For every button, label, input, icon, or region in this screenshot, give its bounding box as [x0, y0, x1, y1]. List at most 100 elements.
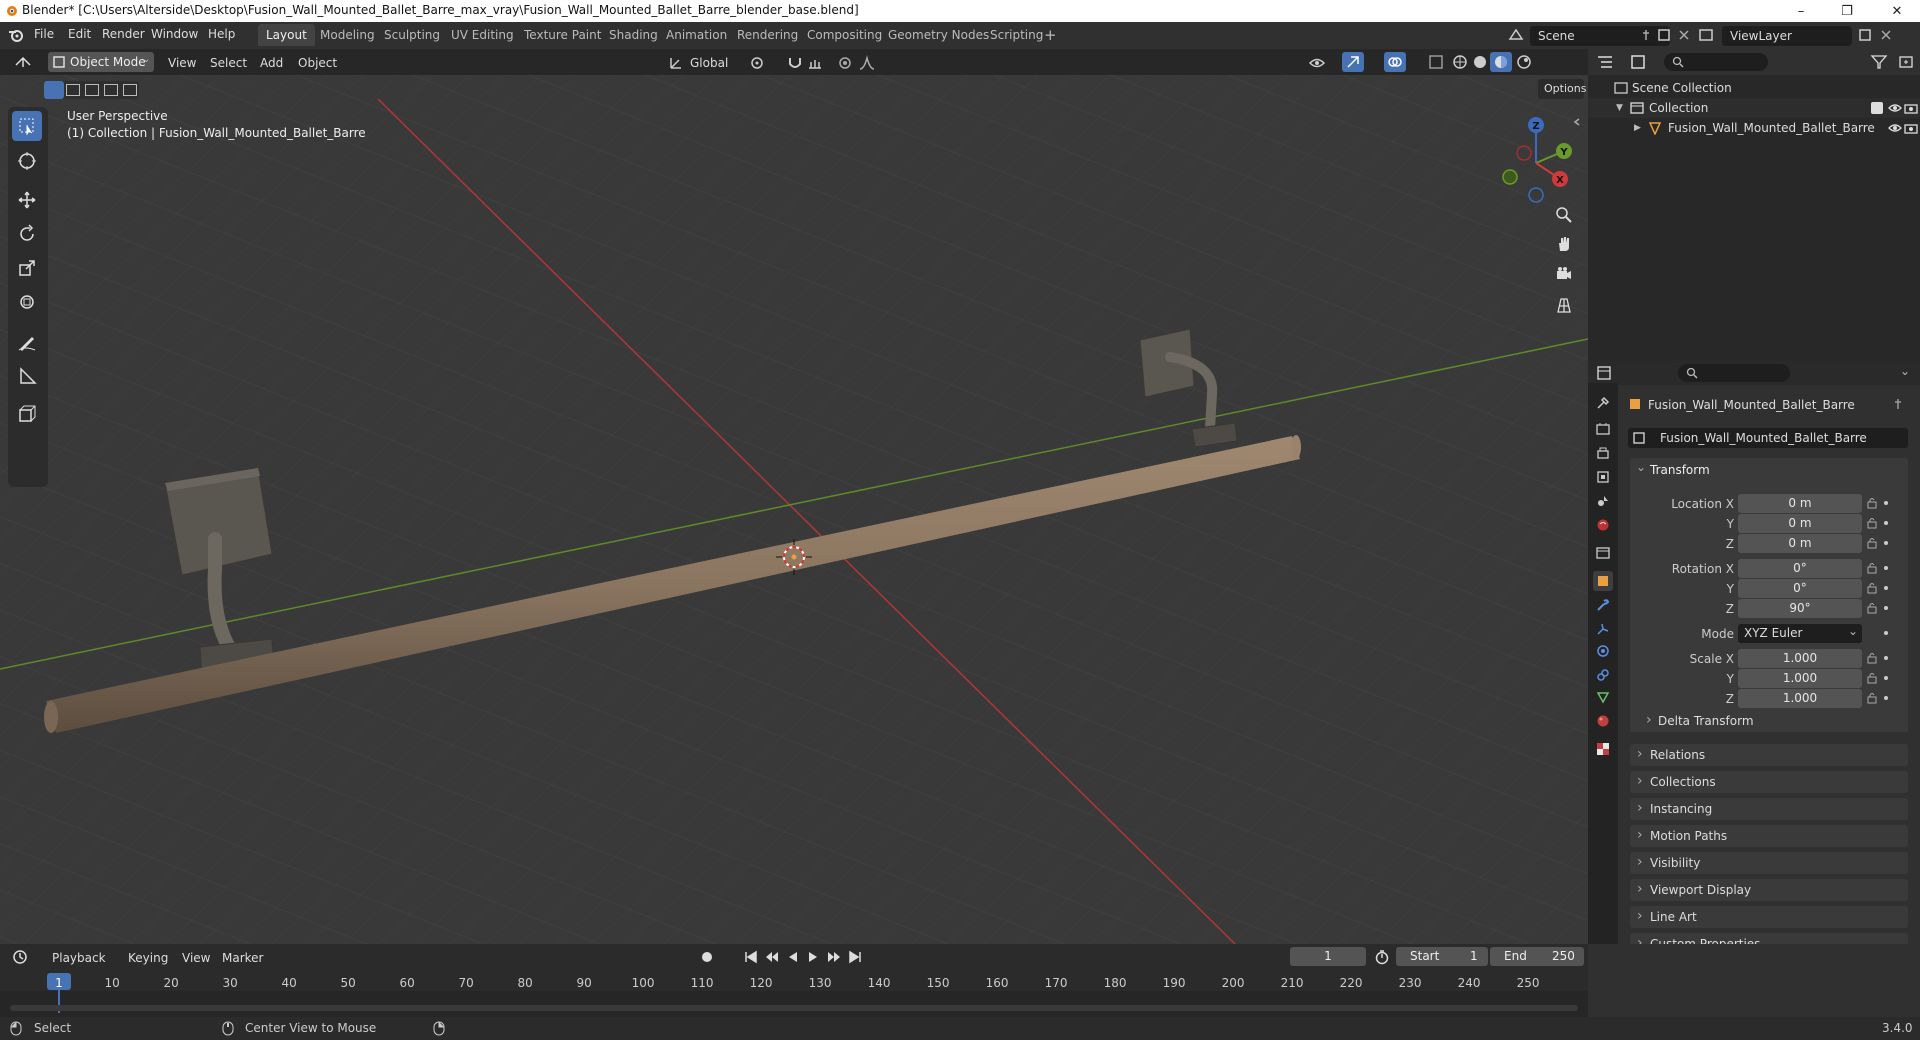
object-datablock-field[interactable]: Fusion_Wall_Mounted_Ballet_Barre [1628, 428, 1908, 448]
editor-type-icon[interactable] [14, 55, 32, 69]
tool-annotate[interactable] [12, 327, 42, 357]
delete-scene-icon[interactable] [1678, 29, 1690, 41]
delta-transform-subpanel[interactable]: › Delta Transform [1644, 712, 1894, 730]
viewlayer-selector[interactable]: ViewLayer [1722, 26, 1852, 46]
tool-transform[interactable] [12, 287, 42, 317]
delete-viewlayer-icon[interactable] [1880, 29, 1892, 41]
timeline-area[interactable]: 1 10 20 30 40 50 60 70 80 90 100 110 120 130 140 150 160… [0, 969, 1588, 1017]
mode-selector[interactable]: Object Mode ⌄ [48, 52, 154, 72]
collections-panel[interactable]: Collections [1630, 770, 1908, 793]
gizmo-x-label[interactable]: X [1556, 175, 1564, 186]
rotation-mode-dropdown[interactable]: XYZ Euler ⌄ [1738, 624, 1862, 643]
prev-keyframe-icon[interactable] [764, 950, 780, 964]
menu-window[interactable]: Window [151, 27, 198, 41]
material-preview-toggle[interactable] [1490, 52, 1512, 72]
select-mode-buttons[interactable] [44, 81, 139, 99]
keyframe-dot[interactable] [1884, 656, 1888, 660]
add-workspace-button[interactable]: + [1036, 24, 1065, 46]
location-x-field[interactable]: 0 m [1738, 494, 1862, 513]
keyframe-dot[interactable] [1884, 696, 1888, 700]
tab-material[interactable] [1593, 711, 1613, 731]
transform-orientation-dropdown[interactable]: Global [684, 53, 734, 73]
select-subtract-button[interactable] [85, 84, 99, 96]
jump-end-icon[interactable] [848, 950, 862, 964]
lock-icon[interactable] [1866, 602, 1878, 614]
location-z-field[interactable]: 0 m [1738, 534, 1862, 553]
tab-output[interactable] [1593, 443, 1613, 463]
tab-layout[interactable]: Layout [258, 24, 315, 46]
tab-rendering[interactable]: Rendering [729, 24, 806, 46]
expand-arrow-icon[interactable]: ▼ [1616, 98, 1623, 118]
transform-panel-header[interactable]: ⌄ Transform [1630, 458, 1908, 482]
play-icon[interactable] [806, 950, 820, 964]
object-visibility-icon[interactable] [1308, 54, 1326, 72]
rendered-shading-icon[interactable] [1516, 54, 1532, 70]
menu-edit[interactable]: Edit [68, 27, 91, 41]
tab-scene[interactable] [1593, 491, 1613, 511]
rotation-z-field[interactable]: 90° [1738, 599, 1862, 618]
record-icon[interactable] [700, 950, 714, 964]
jump-start-icon[interactable] [744, 950, 758, 964]
tab-physics[interactable] [1593, 641, 1613, 661]
camera-render-icon[interactable] [1904, 121, 1918, 135]
properties-editor-icon[interactable] [1596, 365, 1614, 381]
close-button[interactable]: ✕ [1874, 0, 1920, 22]
tool-measure[interactable] [12, 361, 42, 391]
gizmo-z-label[interactable]: Z [1532, 121, 1539, 132]
tool-rotate[interactable] [12, 219, 42, 249]
sidebar-toggle-icon[interactable] [1572, 117, 1582, 127]
gizmo-toggle[interactable] [1342, 52, 1364, 72]
viewport-display-panel[interactable]: Viewport Display [1630, 878, 1908, 901]
next-keyframe-icon[interactable] [826, 950, 842, 964]
keyframe-dot[interactable] [1884, 541, 1888, 545]
tab-render[interactable] [1593, 419, 1613, 439]
wireframe-shading-icon[interactable] [1452, 54, 1468, 70]
menu-file[interactable]: File [34, 27, 54, 41]
lock-icon[interactable] [1866, 582, 1878, 594]
tab-view-layer[interactable] [1593, 467, 1613, 487]
solid-shading-icon[interactable] [1472, 54, 1488, 70]
outliner-editor-icon[interactable] [1596, 54, 1614, 70]
tab-texture-paint[interactable]: Texture Paint [516, 24, 609, 46]
menu-object[interactable]: Object [292, 53, 343, 73]
menu-render[interactable]: Render [102, 27, 145, 41]
play-reverse-icon[interactable] [786, 950, 800, 964]
timeline-editor-icon[interactable] [12, 949, 28, 965]
tab-object[interactable] [1593, 571, 1613, 591]
tool-select-box[interactable] [12, 111, 42, 141]
tab-world[interactable] [1593, 515, 1613, 535]
pin-icon[interactable] [1640, 29, 1652, 41]
display-mode-icon[interactable] [1630, 54, 1648, 70]
end-frame-field[interactable]: End 250 [1490, 947, 1584, 966]
eye-icon[interactable] [1888, 101, 1902, 115]
lock-icon[interactable] [1866, 562, 1878, 574]
tab-texture[interactable] [1593, 739, 1613, 759]
rotation-x-field[interactable]: 0° [1738, 559, 1862, 578]
restore-button[interactable]: ❐ [1824, 0, 1870, 22]
gizmo-y-label[interactable]: Y [1559, 147, 1568, 158]
outliner-object-row[interactable]: ▶ Fusion_Wall_Mounted_Ballet_Barre [1588, 118, 1920, 138]
stopwatch-icon[interactable] [1374, 949, 1390, 965]
blender-menu-icon[interactable] [8, 28, 24, 42]
outliner-scene-collection[interactable]: Scene Collection [1588, 78, 1920, 98]
keyframe-dot[interactable] [1884, 521, 1888, 525]
keyframe-dot[interactable] [1884, 631, 1888, 635]
lock-icon[interactable] [1866, 517, 1878, 529]
new-scene-icon[interactable] [1657, 28, 1671, 42]
tab-shading[interactable]: Shading [601, 24, 666, 46]
properties-search-input[interactable] [1678, 364, 1790, 382]
xray-icon[interactable] [1428, 54, 1444, 70]
3d-viewport[interactable]: Object Mode ⌄ View Select Add Object Glo… [0, 49, 1588, 944]
expand-arrow-icon[interactable]: ▶ [1634, 118, 1641, 138]
filter-icon[interactable] [1870, 54, 1888, 70]
scale-y-field[interactable]: 1.000 [1738, 669, 1862, 688]
current-frame-field[interactable]: 1 [1290, 947, 1366, 966]
camera-render-icon[interactable] [1904, 101, 1918, 115]
select-intersect-button[interactable] [123, 84, 137, 96]
instancing-panel[interactable]: Instancing [1630, 797, 1908, 820]
select-extend-button[interactable] [66, 84, 80, 96]
tab-sculpting[interactable]: Sculpting [376, 24, 448, 46]
select-new-button[interactable] [44, 81, 64, 99]
tab-collection[interactable] [1593, 543, 1613, 563]
tab-data[interactable] [1593, 687, 1613, 707]
